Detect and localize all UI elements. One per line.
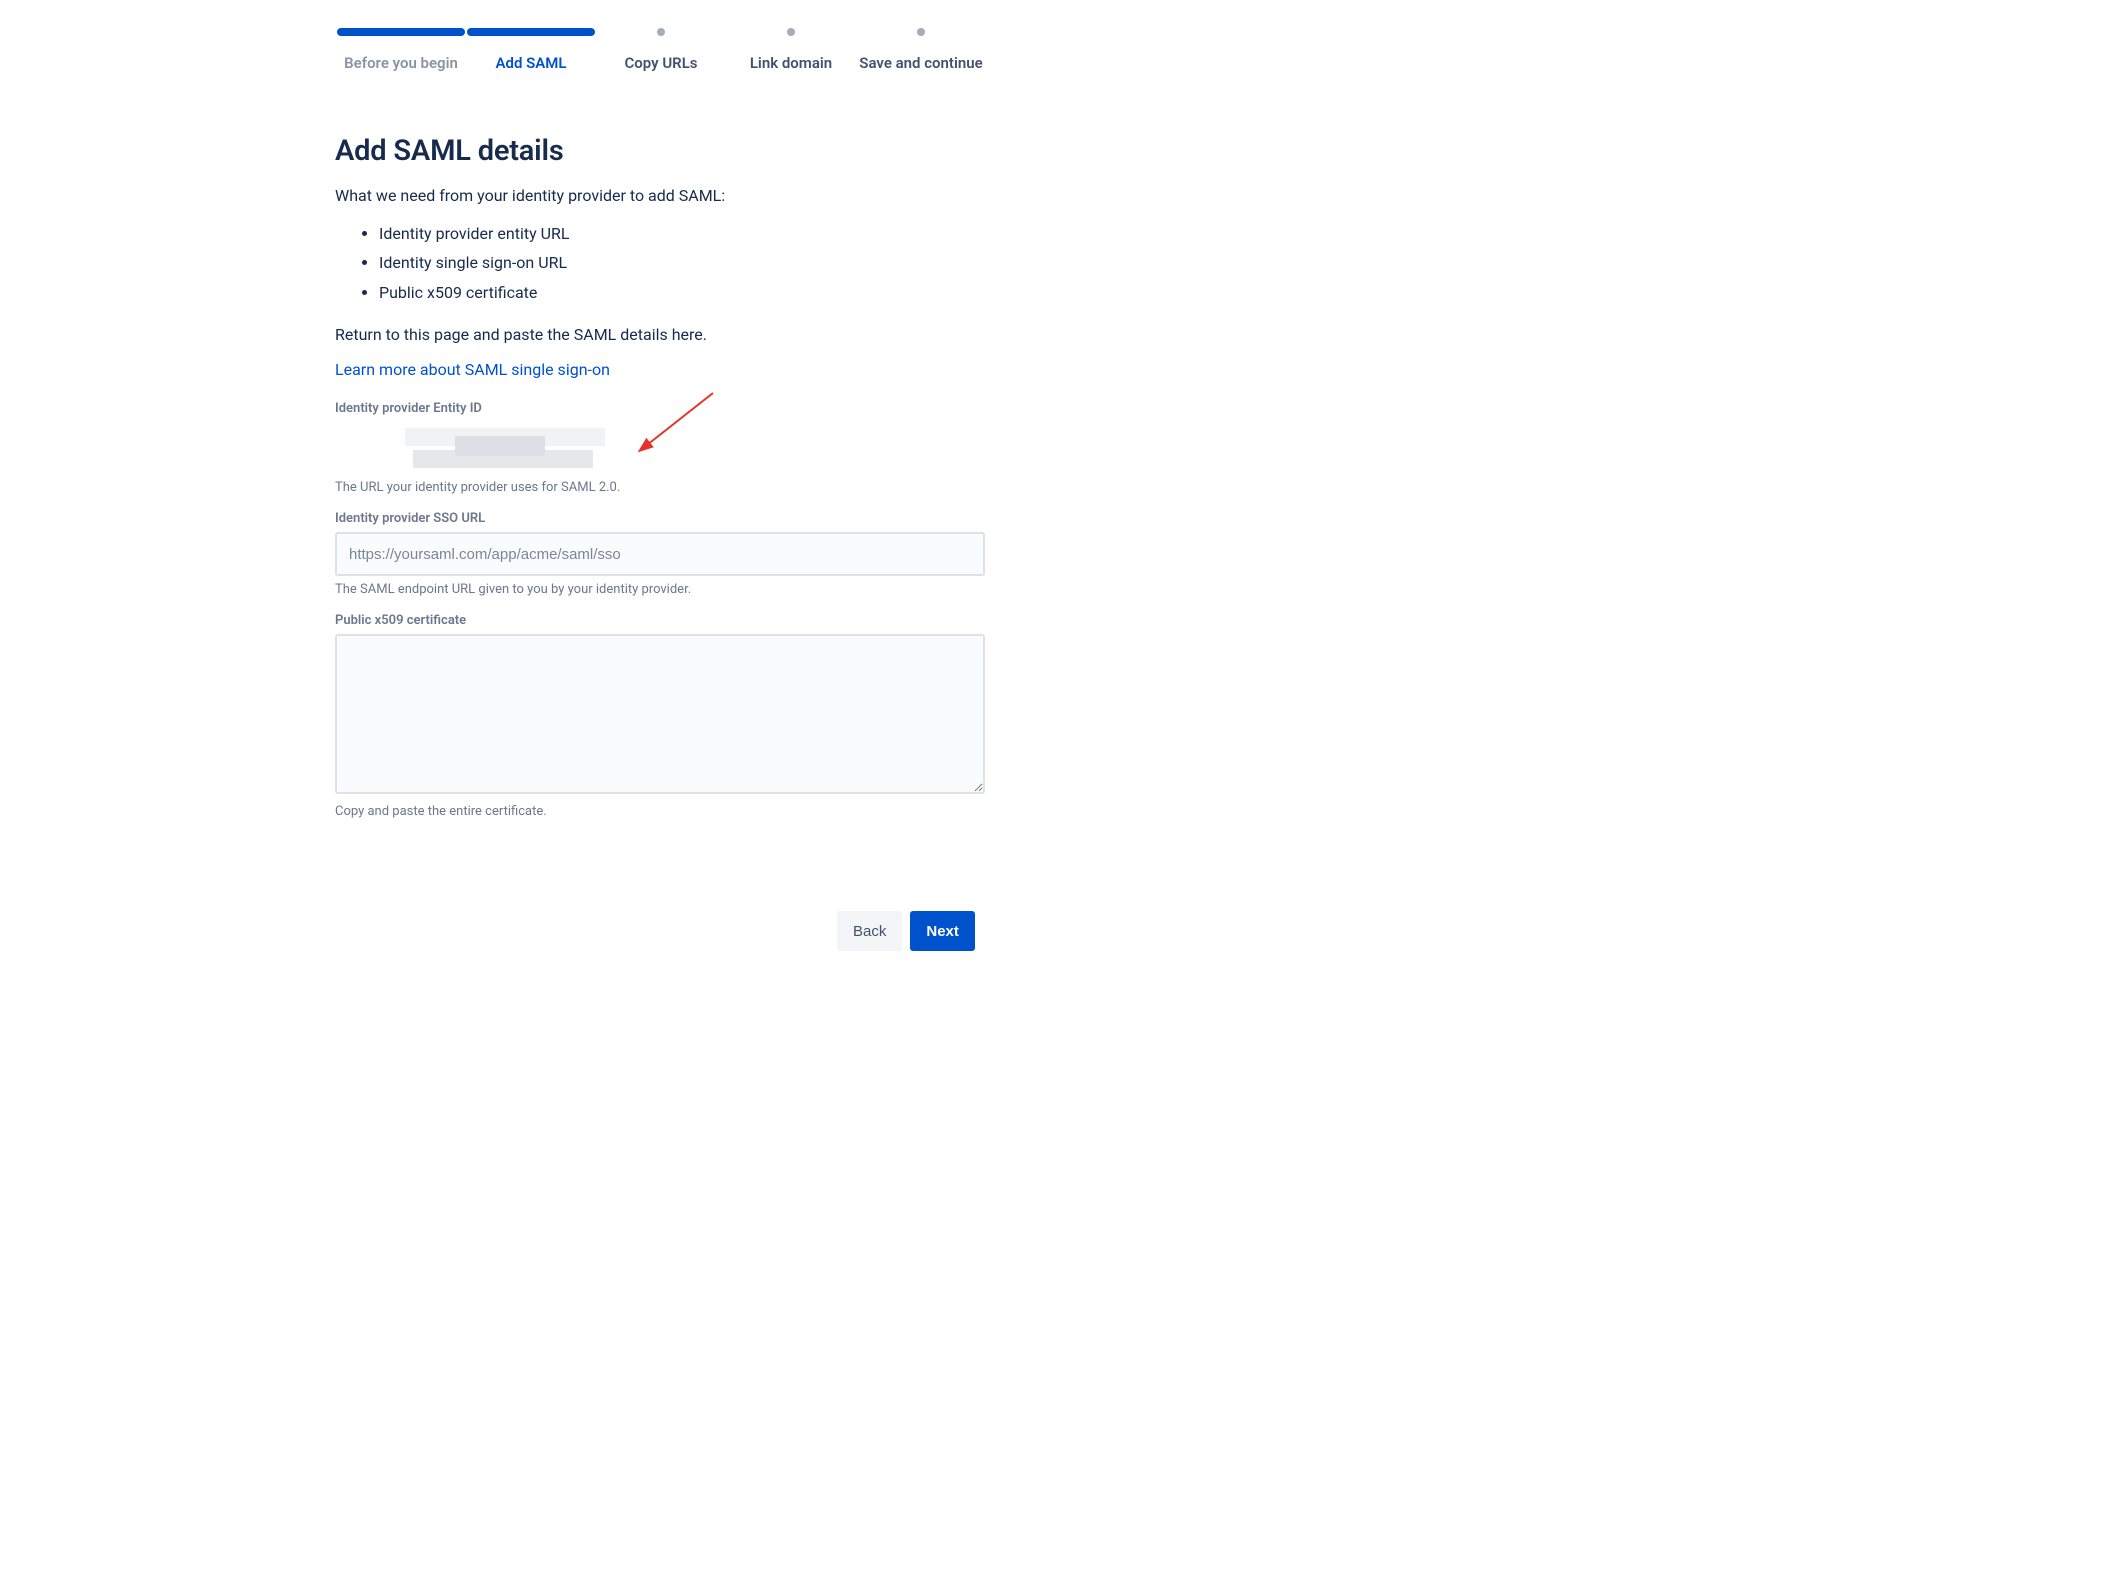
next-button[interactable]: Next bbox=[910, 911, 975, 951]
field-certificate: Public x509 certificate Copy and paste t… bbox=[335, 613, 987, 819]
step-label: Save and continue bbox=[859, 54, 982, 74]
entity-id-label: Identity provider Entity ID bbox=[335, 401, 987, 416]
step-save-continue[interactable]: Save and continue bbox=[857, 28, 985, 74]
wizard-footer-buttons: Back Next bbox=[837, 911, 975, 951]
sso-url-input[interactable] bbox=[335, 532, 985, 576]
return-instruction: Return to this page and paste the SAML d… bbox=[335, 325, 987, 344]
back-button[interactable]: Back bbox=[837, 911, 902, 951]
sso-url-helper: The SAML endpoint URL given to you by yo… bbox=[335, 582, 987, 597]
step-before-you-begin[interactable]: Before you begin bbox=[337, 28, 465, 74]
page-title: Add SAML details bbox=[335, 134, 987, 168]
certificate-helper: Copy and paste the entire certificate. bbox=[335, 804, 987, 819]
list-item: Public x509 certificate bbox=[379, 278, 987, 308]
step-label: Add SAML bbox=[495, 54, 566, 74]
step-label: Copy URLs bbox=[624, 54, 697, 74]
step-dot-icon bbox=[917, 28, 925, 36]
list-item: Identity single sign-on URL bbox=[379, 248, 987, 278]
step-dot-icon bbox=[787, 28, 795, 36]
step-bar-active-icon bbox=[467, 28, 595, 36]
wizard-stepper: Before you begin Add SAML Copy URLs Link… bbox=[335, 28, 987, 74]
list-item: Identity provider entity URL bbox=[379, 219, 987, 249]
step-bar-completed-icon bbox=[337, 28, 465, 36]
certificate-textarea[interactable] bbox=[335, 634, 985, 794]
intro-text: What we need from your identity provider… bbox=[335, 186, 987, 205]
entity-id-redacted-input[interactable] bbox=[335, 422, 635, 474]
step-label: Before you begin bbox=[344, 54, 458, 74]
step-copy-urls[interactable]: Copy URLs bbox=[597, 28, 725, 74]
step-link-domain[interactable]: Link domain bbox=[727, 28, 855, 74]
field-entity-id: Identity provider Entity ID The URL your… bbox=[335, 401, 987, 495]
learn-more-link[interactable]: Learn more about SAML single sign-on bbox=[335, 360, 610, 379]
sso-url-label: Identity provider SSO URL bbox=[335, 511, 987, 526]
entity-id-helper: The URL your identity provider uses for … bbox=[335, 480, 987, 495]
certificate-label: Public x509 certificate bbox=[335, 613, 987, 628]
step-dot-icon bbox=[657, 28, 665, 36]
step-add-saml[interactable]: Add SAML bbox=[467, 28, 595, 74]
step-label: Link domain bbox=[750, 54, 832, 74]
field-sso-url: Identity provider SSO URL The SAML endpo… bbox=[335, 511, 987, 597]
requirements-list: Identity provider entity URL Identity si… bbox=[335, 219, 987, 308]
